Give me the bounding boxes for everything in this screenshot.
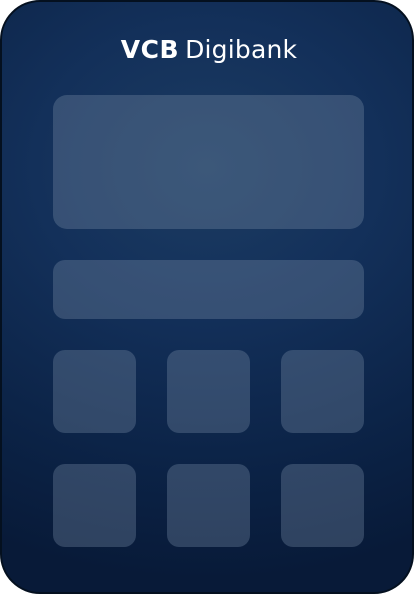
logo-brand-text: VCB [120,35,180,64]
logo-product-text: Digibank [185,35,298,64]
tile-placeholder-5 [167,464,250,547]
banner-placeholder [53,95,364,229]
tile-placeholder-2 [167,350,250,433]
tile-placeholder-3 [281,350,364,433]
tile-placeholder-4 [53,464,136,547]
app-loading-screen: VCB Digibank [0,0,414,594]
vcb-digibank-logo: VCB Digibank [2,32,412,68]
tile-placeholder-6 [281,464,364,547]
tile-placeholder-1 [53,350,136,433]
bar-placeholder [53,260,364,319]
